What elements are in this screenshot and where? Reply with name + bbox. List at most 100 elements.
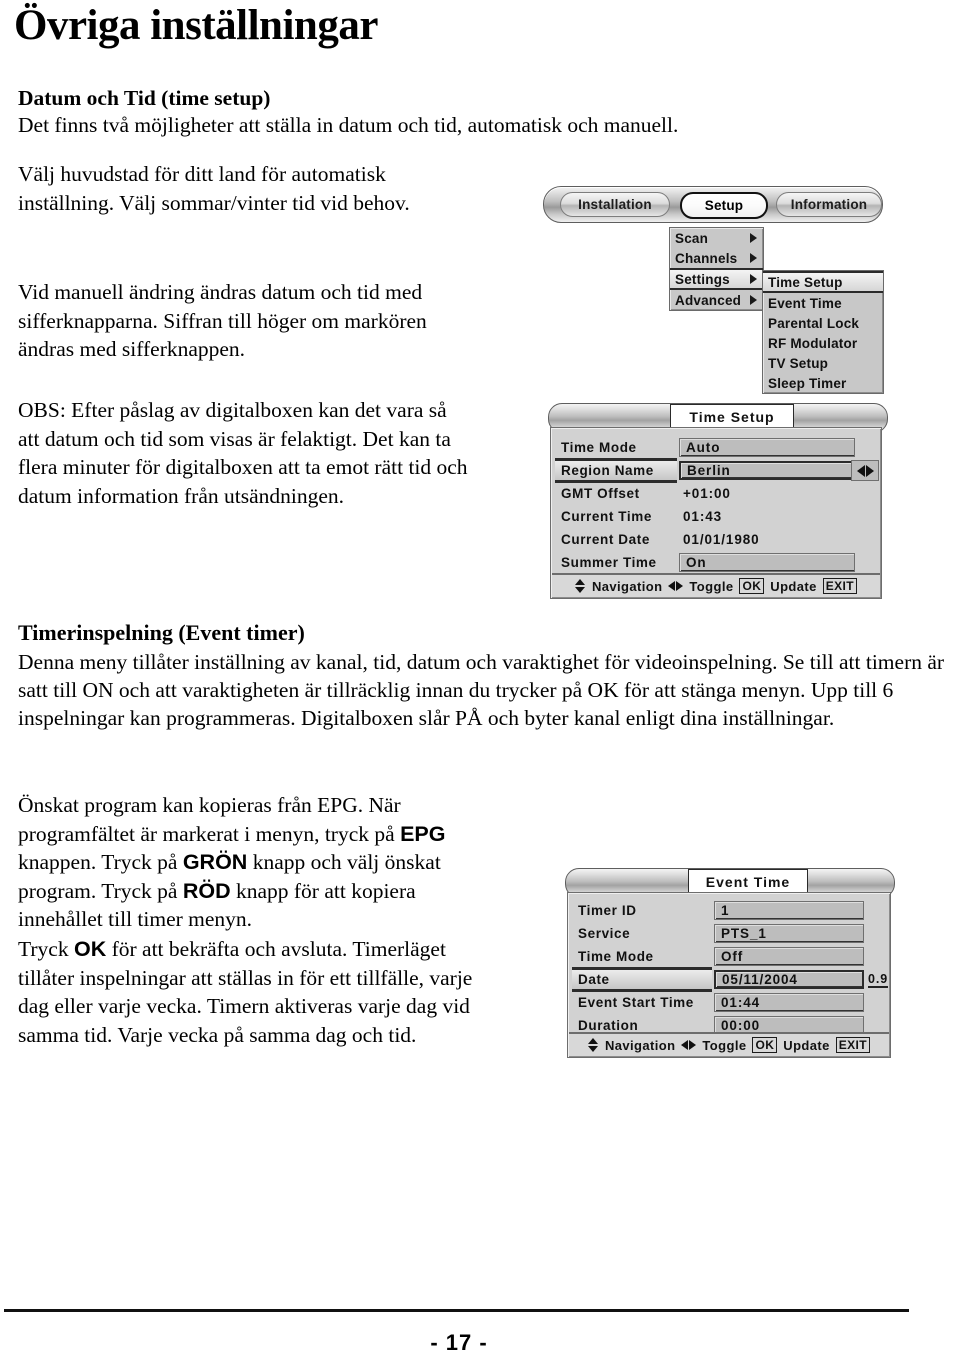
left-arrow-icon — [856, 464, 865, 477]
osd-field-label: Event Start Time — [578, 995, 694, 1010]
osd-field-value: 01:44 — [714, 993, 864, 1012]
osd-menu-item-settings[interactable]: Settings — [670, 268, 763, 290]
osd-field-time-mode[interactable]: Time Mode Off — [568, 945, 890, 968]
footer-update-label: Update — [783, 1037, 830, 1053]
osd-menu-item-label: Channels — [675, 250, 738, 266]
figure-osd-event-time-dialog: Event Time Timer ID 1 Service PTS_1 Time… — [565, 868, 895, 1058]
osd-field-summer-time[interactable]: Summer Time On — [551, 551, 881, 574]
osd-field-label: Date — [572, 967, 712, 992]
epg-text-1: Önskat program kan kopieras från EPG. Nä… — [18, 793, 401, 846]
osd-field-label: Current Date — [561, 532, 650, 547]
paragraph-manual-setting: Vid manuell ändring ändras datum och tid… — [18, 280, 427, 361]
osd-field-gmt-offset: GMT Offset +01:00 — [551, 482, 881, 505]
osd-submenu-item-label: Parental Lock — [768, 315, 860, 331]
osd-field-label: Duration — [578, 1018, 639, 1033]
osd-field-current-time: Current Time 01:43 — [551, 505, 881, 528]
left-right-arrows-icon[interactable] — [851, 460, 879, 481]
left-right-arrow-icon — [668, 580, 684, 592]
paragraph-ok-confirm: Tryck OK för att bekräfta och avsluta. T… — [18, 935, 473, 1049]
osd-submenu-item-time-setup[interactable]: Time Setup — [763, 271, 883, 293]
osd-dialog-body: Time Mode Auto Region Name Berlin GMT Of… — [550, 427, 882, 599]
osd-field-value: On — [679, 553, 855, 572]
osd-tab-setup[interactable]: Setup — [680, 192, 768, 219]
paragraph-obs-note: OBS: Efter påslag av digitalboxen kan de… — [18, 398, 468, 508]
left-right-arrow-icon — [681, 1039, 697, 1051]
footer-exit-key: EXIT — [822, 578, 858, 594]
page-number: - 17 - — [430, 1330, 488, 1355]
footer-ok-key: OK — [752, 1037, 778, 1053]
osd-field-timer-id[interactable]: Timer ID 1 — [568, 899, 890, 922]
osd-field-region-name[interactable]: Region Name Berlin — [551, 458, 881, 483]
osd-submenu-item-label: Event Time — [768, 295, 842, 311]
osd-menu-item-label: Scan — [675, 230, 709, 246]
paragraph-epg-copy: Önskat program kan kopieras från EPG. Nä… — [18, 791, 473, 934]
osd-field-value: PTS_1 — [714, 924, 864, 943]
osd-dialog-footer: Navigation Toggle OK Update EXIT — [569, 1032, 889, 1056]
footer-update-label: Update — [770, 578, 817, 594]
osd-dropdown-setup: Scan Channels Settings Advanced — [669, 227, 764, 311]
osd-menu-item-channels[interactable]: Channels — [670, 248, 763, 268]
paragraph-auto-setting: Välj huvudstad för ditt land för automat… — [18, 162, 410, 215]
up-down-arrow-icon — [587, 1038, 599, 1052]
osd-field-value: 01/01/1980 — [683, 532, 760, 547]
epg-key-green: GRÖN — [182, 850, 248, 874]
osd-field-service[interactable]: Service PTS_1 — [568, 922, 890, 945]
section-lead-time-setup: Det finns två möjligheter att ställa in … — [18, 113, 679, 137]
osd-field-label: Time Mode — [561, 440, 637, 455]
osd-tab-information[interactable]: Information — [776, 192, 882, 217]
osd-field-value: 1 — [714, 901, 864, 920]
submenu-arrow-icon — [750, 233, 757, 243]
osd-field-label: Timer ID — [578, 903, 637, 918]
osd-submenu-item-sleep-timer[interactable]: Sleep Timer — [763, 373, 883, 393]
osd-field-label: Service — [578, 926, 631, 941]
osd-menu-item-advanced[interactable]: Advanced — [670, 290, 763, 310]
osd-field-date[interactable]: Date 05/11/2004 0.9 — [568, 967, 890, 992]
osd-field-label: Current Time — [561, 509, 652, 524]
osd-tab-installation[interactable]: Installation — [560, 192, 670, 217]
osd-submenu-item-parental-lock[interactable]: Parental Lock — [763, 313, 883, 333]
epg-text-2: knappen. Tryck på — [18, 850, 183, 874]
osd-field-value: 05/11/2004 — [714, 970, 864, 989]
osd-dialog-body: Timer ID 1 Service PTS_1 Time Mode Off D… — [567, 892, 891, 1058]
osd-field-event-start-time[interactable]: Event Start Time 01:44 — [568, 991, 890, 1014]
footer-navigation-label: Navigation — [604, 1037, 676, 1053]
osd-field-value: Auto — [679, 438, 855, 457]
osd-submenu-item-label: TV Setup — [768, 355, 829, 371]
page-title: Övriga inställningar — [14, 2, 378, 49]
osd-field-label: Summer Time — [561, 555, 657, 570]
submenu-arrow-icon — [750, 253, 757, 263]
osd-dialog-footer: Navigation Toggle OK Update EXIT — [552, 573, 880, 597]
osd-field-label: Region Name — [555, 458, 677, 483]
osd-field-value: Berlin — [679, 461, 855, 480]
osd-field-time-mode[interactable]: Time Mode Auto — [551, 436, 881, 459]
osd-submenu-item-label: Time Setup — [768, 274, 843, 290]
submenu-arrow-icon — [750, 295, 757, 305]
section-heading-event-timer: Timerinspelning (Event timer) — [18, 620, 305, 645]
osd-field-label: Time Mode — [578, 949, 654, 964]
epg-key-epg: EPG — [400, 821, 446, 846]
osd-menu-item-label: Settings — [675, 271, 730, 287]
document-page: Övriga inställningar Datum och Tid (time… — [0, 0, 960, 1367]
osd-submenu-item-label: RF Modulator — [768, 335, 858, 351]
osd-submenu-item-event-time[interactable]: Event Time — [763, 293, 883, 313]
ok-key: OK — [73, 937, 107, 961]
osd-submenu-settings: Time Setup Event Time Parental Lock RF M… — [762, 270, 884, 394]
osd-field-current-date: Current Date 01/01/1980 — [551, 528, 881, 551]
section-body-event-timer: Denna meny tillåter inställning av kanal… — [18, 650, 945, 730]
osd-field-date-extra: 0.9 — [868, 971, 889, 988]
footer-toggle-label: Toggle — [689, 578, 734, 594]
footer-navigation-label: Navigation — [591, 578, 663, 594]
footer-exit-key: EXIT — [835, 1037, 871, 1053]
osd-submenu-item-tv-setup[interactable]: TV Setup — [763, 353, 883, 373]
osd-tab-bar: Installation Setup Information — [543, 186, 883, 223]
figure-osd-time-setup-dialog: Time Setup Time Mode Auto Region Name Be… — [548, 403, 888, 603]
right-arrow-icon — [865, 464, 874, 477]
footer-divider — [4, 1309, 909, 1312]
submenu-arrow-icon — [750, 274, 757, 284]
osd-menu-item-label: Advanced — [675, 292, 742, 308]
osd-field-value: Off — [714, 947, 864, 966]
epg-key-red: RÖD — [182, 878, 231, 903]
osd-menu-item-scan[interactable]: Scan — [670, 228, 763, 248]
osd-submenu-item-rf-modulator[interactable]: RF Modulator — [763, 333, 883, 353]
figure-osd-menu-navigation: Installation Setup Information Scan Chan… — [543, 186, 884, 394]
